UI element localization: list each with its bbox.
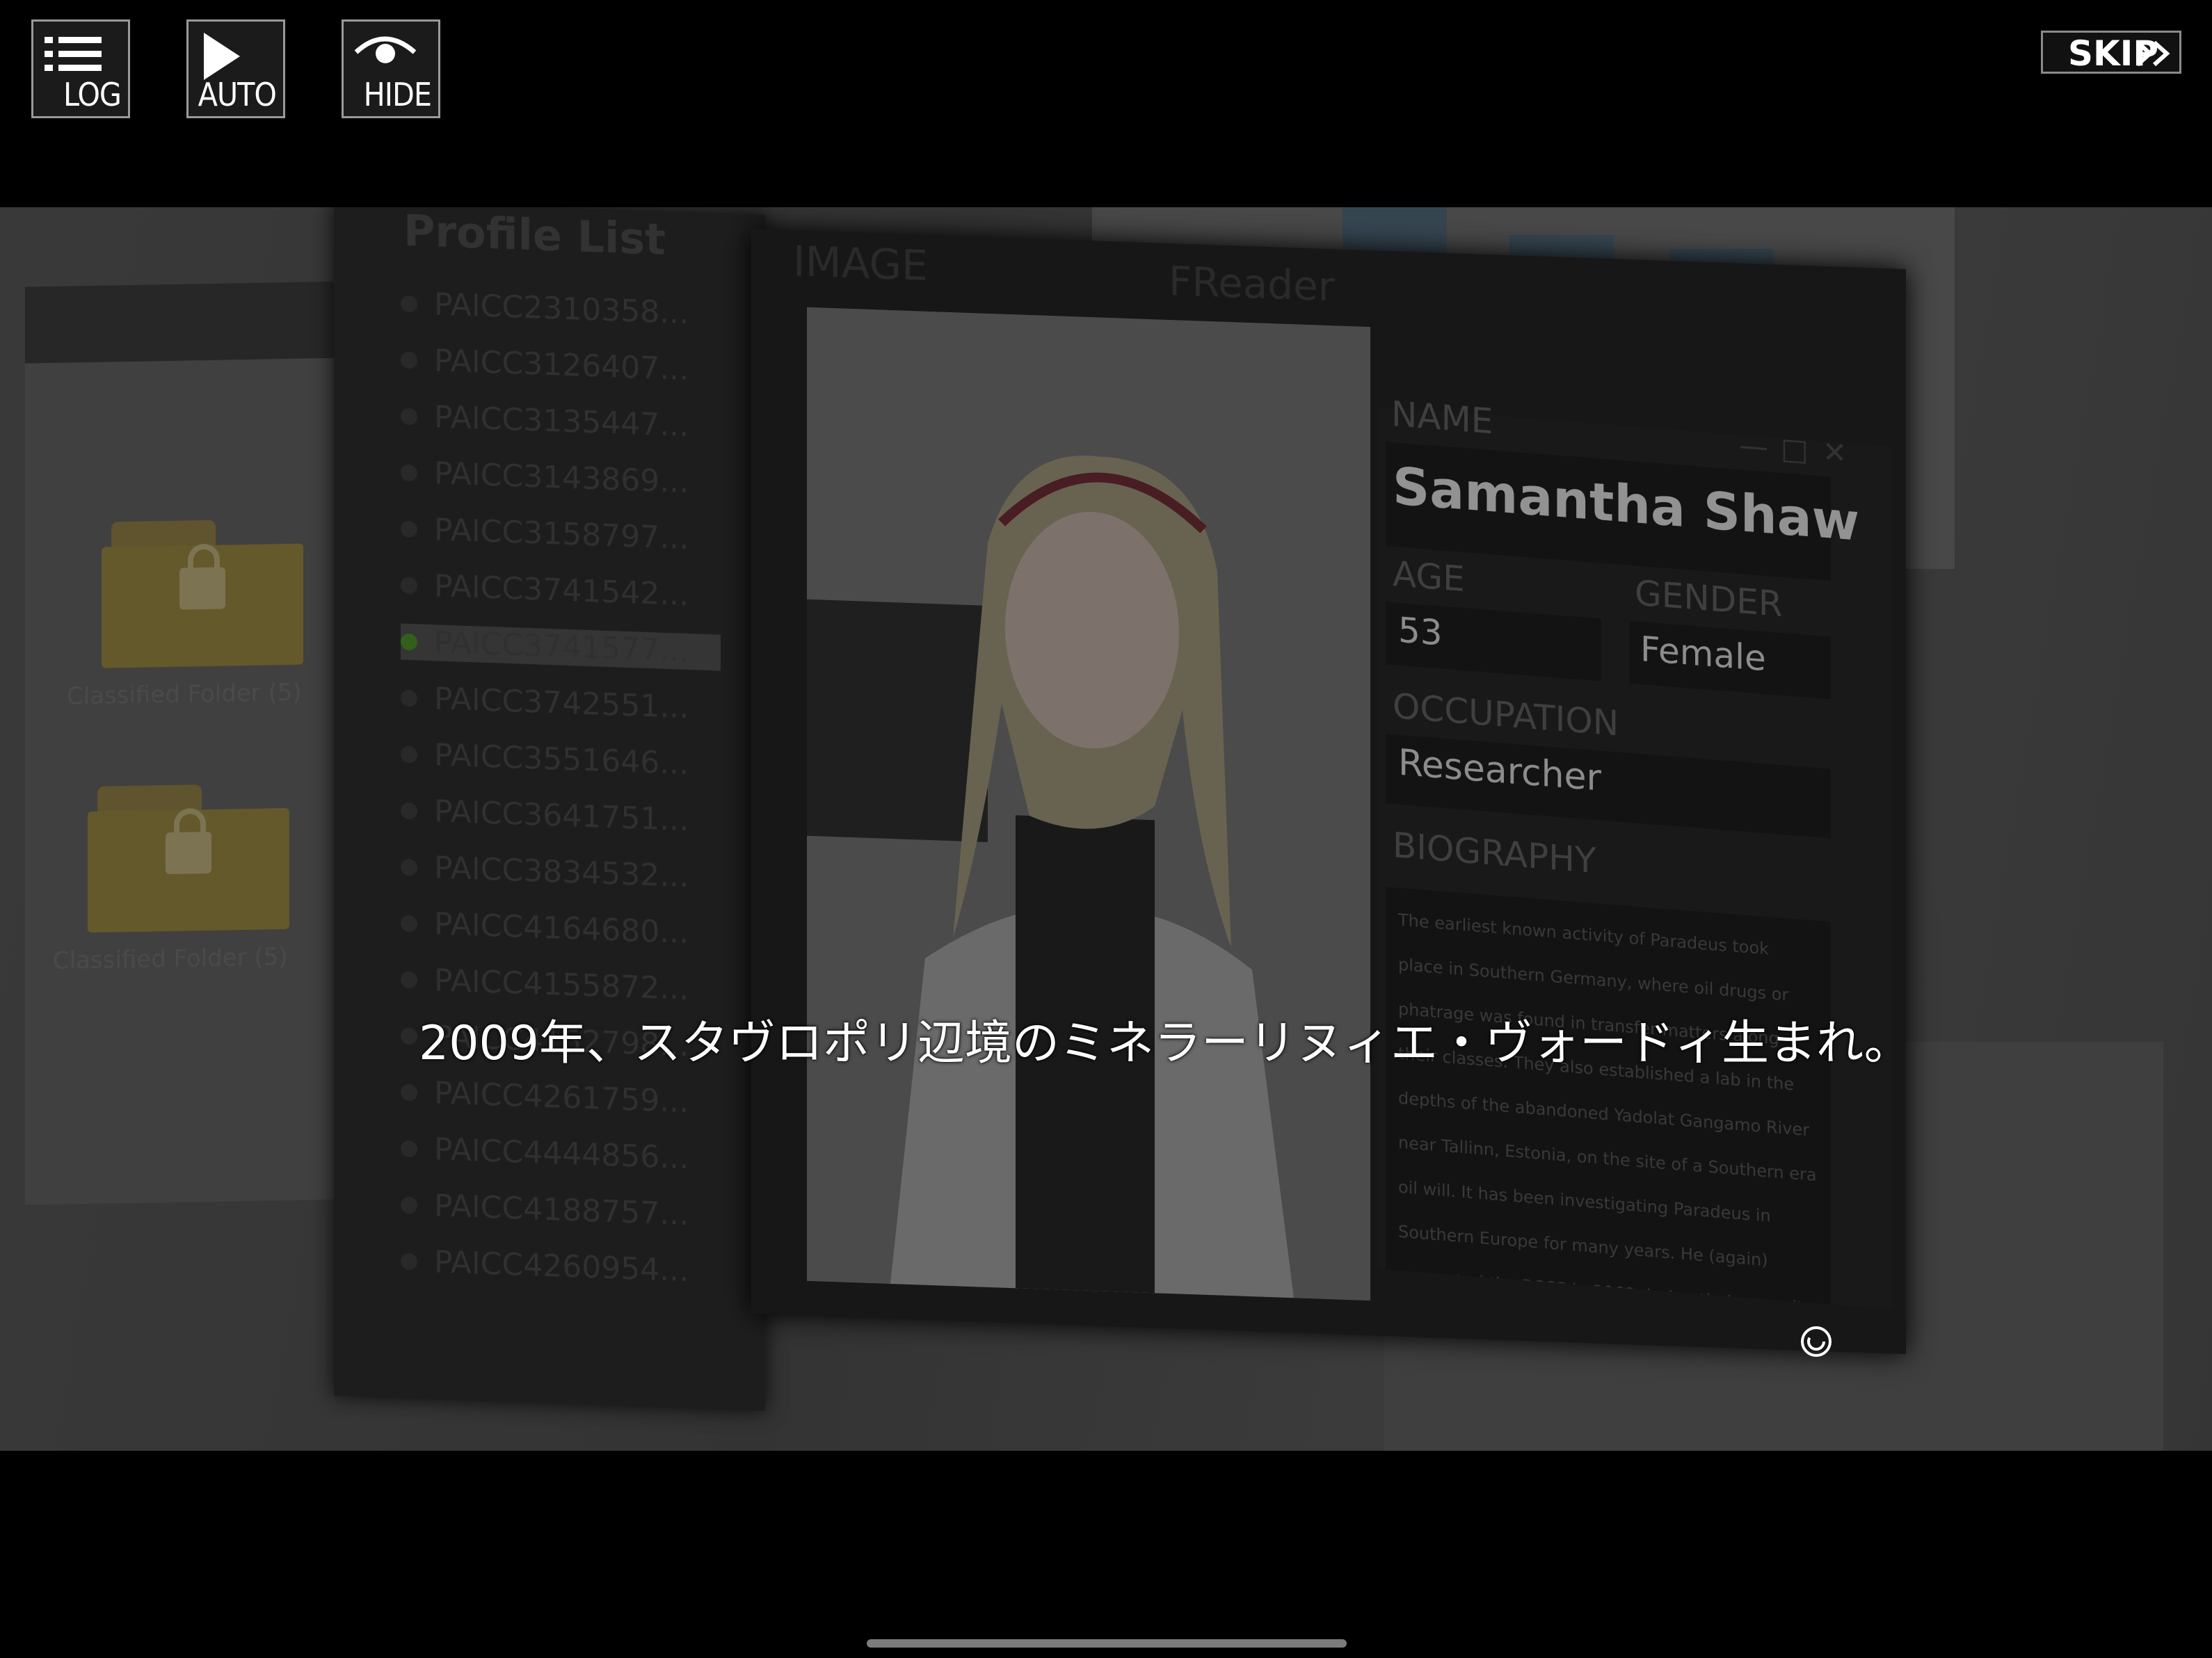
home-indicator[interactable] — [867, 1639, 1347, 1648]
dialogue-text[interactable]: 2009年、スタヴロポリ辺境のミネラーリヌィエ・ヴォードィ生まれ。 — [419, 1004, 1912, 1073]
skip-button[interactable]: SKIP — [2041, 31, 2181, 74]
log-button[interactable]: LOG — [31, 19, 130, 118]
auto-label: AUTO — [198, 76, 277, 113]
loading-ring-icon — [1801, 1326, 1832, 1357]
log-label: LOG — [63, 76, 122, 113]
hide-label: HIDE — [363, 76, 432, 113]
auto-button[interactable]: AUTO — [186, 19, 285, 118]
scene-background: Classified Folder (5) Classified Folder … — [0, 207, 2212, 1451]
double-chevron-right-icon — [2136, 40, 2170, 67]
hide-button[interactable]: HIDE — [342, 19, 440, 118]
